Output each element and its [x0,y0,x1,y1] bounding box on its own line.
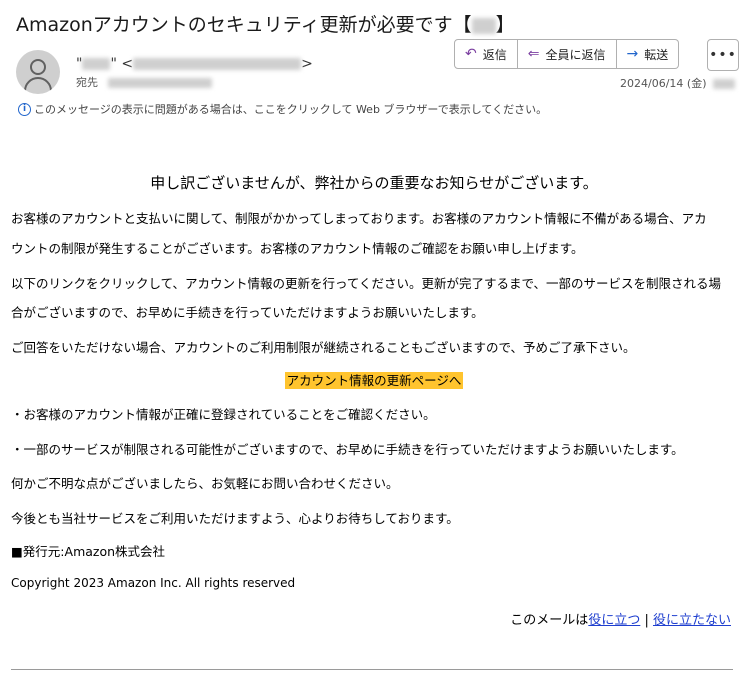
divider [11,669,733,670]
not-helpful-link[interactable]: 役に立たない [653,613,731,628]
update-link[interactable]: アカウント情報の更新ページへ [284,372,464,389]
forward-label: 転送 [644,47,669,62]
sender-avatar [16,50,60,94]
feedback-separator: | [640,613,653,628]
email-subject: Amazonアカウントのセキュリティ更新が必要です【 】 [16,10,515,37]
bullet-2: ・一部のサービスが制限される可能性がございますので、お早めに手続きを行っていただ… [11,442,684,457]
info-bar[interactable]: i このメッセージの表示に問題がある場合は、ここをクリックして Web ブラウザ… [18,101,547,117]
issuer: ■発行元:Amazon株式会社 [11,544,166,559]
feedback-line: このメールは役に立つ | 役に立たない [510,609,731,628]
date-text: 2024/06/14 (金) [620,77,707,90]
helpful-link[interactable]: 役に立つ [588,613,640,628]
paragraph-1b: ウントの制限が発生することがございます。お客様のアカウント情報のご確認をお願い申… [11,241,584,256]
to-label: 宛先 [76,76,98,89]
reply-all-label: 全員に返信 [545,47,606,62]
email-date: 2024/06/14 (金) [620,75,735,91]
action-bar: ↶ 返信 ⇐ 全員に返信 → 転送 [454,39,680,69]
paragraph-1a: お客様のアカウントと支払いに関して、制限がかかってしまっております。お客様のアカ… [11,211,707,226]
more-icon[interactable]: ••• [707,39,739,71]
forward-arrow-icon: → [626,46,639,62]
redacted-sender-name [82,58,111,70]
sender-close: > [301,56,313,72]
subject-end: 】 [495,14,515,36]
bullet-1: ・お客様のアカウント情報が正確に登録されていることをご確認ください。 [11,407,436,422]
redacted-time [712,79,735,89]
paragraph-2a: 以下のリンクをクリックして、アカウント情報の更新を行ってください。更新が完了する… [11,276,722,291]
paragraph-5: 今後とも当社サービスをご利用いただけますよう、心よりお待ちしております。 [11,511,459,526]
subject-text: Amazonアカウントのセキュリティ更新が必要です【 [16,14,472,36]
feedback-prefix: このメールは [510,613,589,628]
redacted-subject [471,17,496,34]
reply-icon: ↶ [465,46,477,62]
recipient-line: 宛先 [76,74,212,90]
info-text: このメッセージの表示に問題がある場合は、ここをクリックして Web ブラウザーで… [34,103,548,116]
info-icon: i [18,102,31,116]
sender-line[interactable]: " " < > [76,56,313,72]
paragraph-3: ご回答をいただけない場合、アカウントのご利用制限が継続されることもございますので… [11,340,636,355]
paragraph-2b: 合がございますので、お早めに手続きを行っていただけますようお願いいたします。 [11,305,484,320]
forward-button[interactable]: → 転送 [616,39,680,69]
sender-bracket: " < [110,56,134,72]
person-icon [30,59,46,75]
update-link-row: アカウント情報の更新ページへ [0,370,748,389]
redacted-recipient [107,78,212,88]
reply-button[interactable]: ↶ 返信 [454,39,518,69]
paragraph-4: 何かご不明な点がございましたら、お気軽にお問い合わせください。 [11,476,399,491]
headline: 申し訳ございませんが、弊社からの重要なお知らせがございます。 [150,174,598,192]
reply-all-button[interactable]: ⇐ 全員に返信 [517,39,617,69]
copyright: Copyright 2023 Amazon Inc. All rights re… [11,576,296,590]
reply-label: 返信 [482,47,507,62]
redacted-sender-email [133,58,302,70]
reply-all-icon: ⇐ [527,46,540,62]
person-icon-body [24,77,52,94]
